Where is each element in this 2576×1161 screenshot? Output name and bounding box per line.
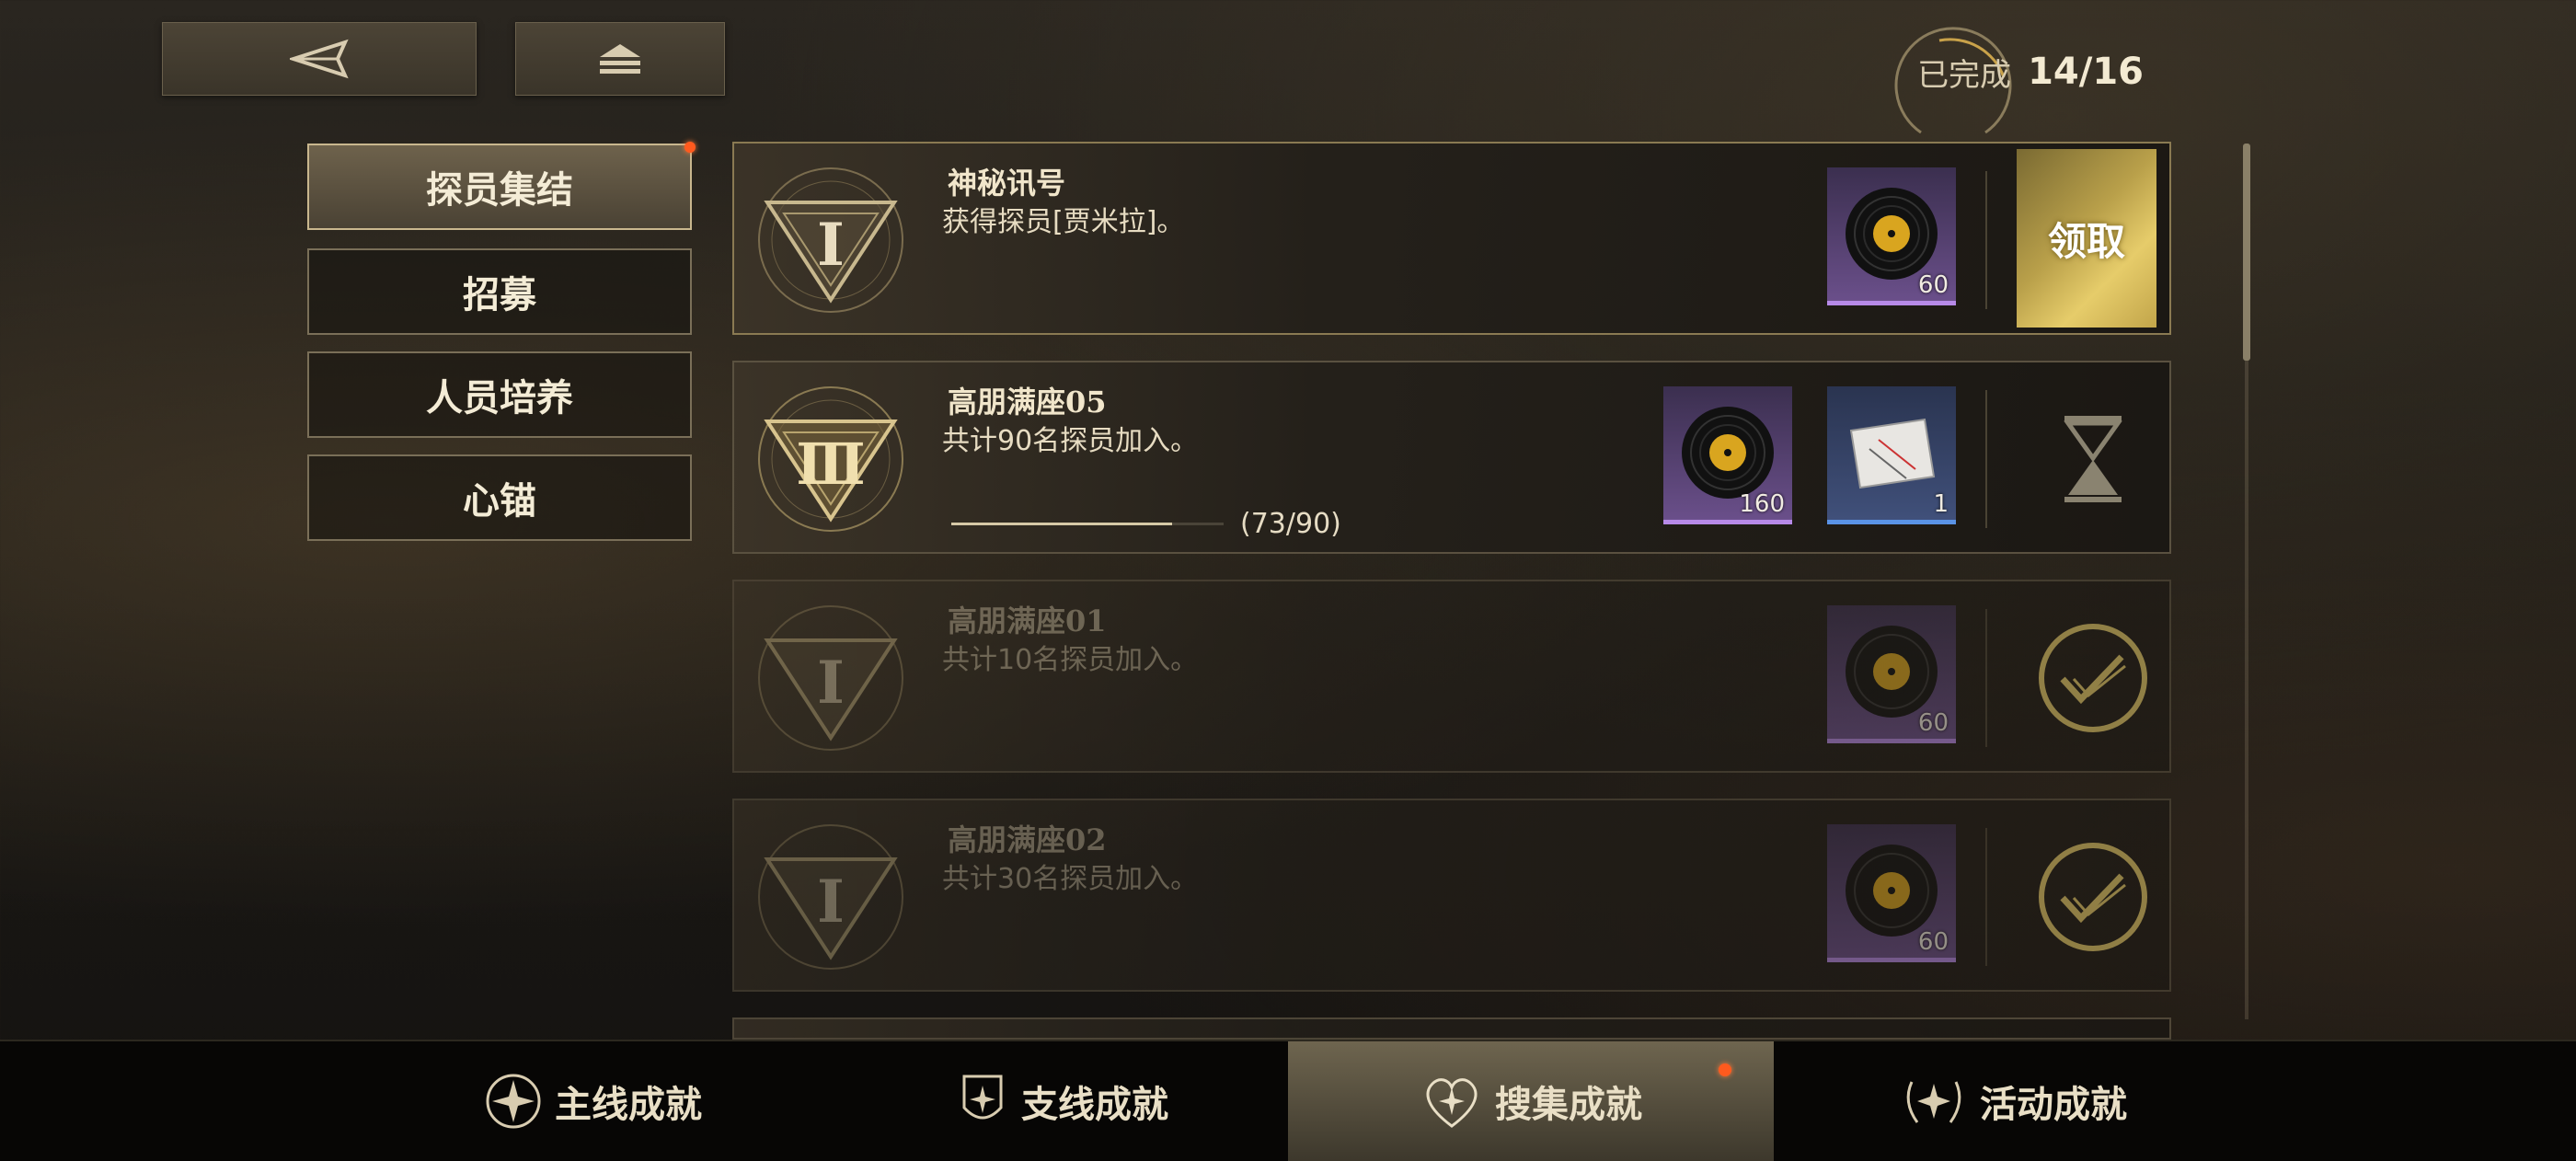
back-button[interactable] xyxy=(162,22,477,96)
tab-label: 支线成就 xyxy=(1021,1083,1168,1126)
notification-dot xyxy=(1719,1063,1731,1076)
tab-label: 搜集成就 xyxy=(1495,1083,1642,1126)
hourglass-icon xyxy=(2064,416,2122,502)
achievement-title: 高朋满座02 xyxy=(948,822,1107,857)
rank-emblem-icon: Ⅰ xyxy=(758,824,903,970)
card-divider xyxy=(1985,390,1987,528)
vinyl-record-icon xyxy=(1846,188,1938,280)
notification-dot xyxy=(684,142,696,153)
achievement-card xyxy=(732,1017,2171,1040)
card-divider xyxy=(1985,171,1987,309)
progress-text: (73/90) xyxy=(1240,508,1341,540)
achievement-card: Ⅰ 神秘讯号 获得探员[贾米拉]。 60 领取 xyxy=(732,142,2171,335)
achievement-title: 高朋满座05 xyxy=(948,385,1107,420)
sidebar-item-agent-assembly[interactable]: 探员集结 xyxy=(307,142,696,230)
achievement-title: 神秘讯号 xyxy=(948,166,1066,201)
reward-count: 1 xyxy=(1933,490,1949,518)
claim-button[interactable]: 领取 xyxy=(2017,149,2156,328)
reward-count: 60 xyxy=(1917,928,1949,956)
laurel-star-icon xyxy=(1906,1081,1961,1123)
progress-fill xyxy=(951,523,1173,525)
compass-star-icon xyxy=(486,1074,541,1129)
completion-value: 14/16 xyxy=(2028,51,2144,93)
shield-star-icon xyxy=(962,1075,1003,1120)
vinyl-record-icon xyxy=(1846,626,1938,718)
card-divider xyxy=(1985,828,1987,966)
sidebar-item-training[interactable]: 人员培养 xyxy=(307,351,692,438)
svg-text:Ⅰ: Ⅰ xyxy=(817,868,845,937)
achievement-title: 高朋满座01 xyxy=(948,603,1107,638)
tab-side-achievements[interactable]: 支线成就 xyxy=(835,1041,1288,1161)
card-divider xyxy=(1985,609,1987,747)
sidebar-item-recruit[interactable]: 招募 xyxy=(307,248,692,335)
sidebar-item-label: 招募 xyxy=(463,273,536,316)
sidebar-item-label: 心锚 xyxy=(463,479,536,523)
tab-event-achievements[interactable]: 活动成就 xyxy=(1774,1041,2252,1161)
reward-count: 60 xyxy=(1917,709,1949,737)
tab-collection-achievements[interactable]: 搜集成就 xyxy=(1288,1041,1774,1161)
back-arrow-icon xyxy=(290,39,349,79)
scrollbar-thumb[interactable] xyxy=(2243,144,2250,361)
achievement-card: Ⅰ 高朋满座01 共计10名探员加入。 60 xyxy=(732,580,2171,773)
heart-star-icon xyxy=(1426,1078,1478,1128)
vinyl-record-icon xyxy=(1682,407,1774,499)
rank-emblem-icon: Ⅲ xyxy=(758,386,903,532)
sidebar-item-label: 探员集结 xyxy=(426,168,573,212)
tab-label: 主线成就 xyxy=(555,1083,702,1126)
progress-track xyxy=(951,523,1224,525)
checkmark-icon xyxy=(2039,843,2147,951)
svg-text:Ⅲ: Ⅲ xyxy=(796,431,866,498)
reward-count: 60 xyxy=(1917,271,1949,299)
achievement-card: Ⅰ 高朋满座02 共计30名探员加入。 60 xyxy=(732,799,2171,992)
home-icon xyxy=(600,44,640,74)
tab-label: 活动成就 xyxy=(1980,1083,2127,1126)
reward-item[interactable]: 1 xyxy=(1827,386,1956,524)
tab-main-achievements[interactable]: 主线成就 xyxy=(350,1041,835,1161)
rank-emblem-icon: Ⅰ xyxy=(758,605,903,751)
checkmark-icon xyxy=(2039,624,2147,732)
home-button[interactable] xyxy=(515,22,725,96)
reward-item[interactable]: 60 xyxy=(1827,824,1956,962)
card-item-icon xyxy=(1849,418,1936,489)
sidebar-item-label: 人员培养 xyxy=(426,376,573,420)
vinyl-record-icon xyxy=(1846,845,1938,937)
completion-counter: 已完成 14/16 xyxy=(1894,26,2144,134)
svg-text:Ⅰ: Ⅰ xyxy=(817,649,845,718)
achievement-card: Ⅲ 高朋满座05 共计90名探员加入。 (73/90) 160 1 xyxy=(732,361,2171,554)
sidebar-item-heart-anchor[interactable]: 心锚 xyxy=(307,454,692,541)
achievement-desc: 共计30名探员加入。 xyxy=(942,863,1199,895)
completion-label: 已完成 xyxy=(1917,56,2012,94)
bottom-tab-bar: 主线成就 支线成就 搜集成就 活动成就 xyxy=(0,1040,2576,1161)
achievement-desc: 获得探员[贾米拉]。 xyxy=(942,206,1185,238)
reward-item[interactable]: 60 xyxy=(1827,167,1956,305)
achievement-desc: 共计10名探员加入。 xyxy=(942,644,1199,676)
reward-count: 160 xyxy=(1739,490,1785,518)
claim-label: 领取 xyxy=(2047,218,2125,264)
rank-emblem-icon: Ⅰ xyxy=(758,167,903,313)
svg-text:Ⅰ: Ⅰ xyxy=(817,211,845,280)
achievement-desc: 共计90名探员加入。 xyxy=(942,425,1199,457)
reward-item[interactable]: 160 xyxy=(1663,386,1792,524)
progress-bar: (73/90) xyxy=(951,508,1341,540)
reward-item[interactable]: 60 xyxy=(1827,605,1956,743)
